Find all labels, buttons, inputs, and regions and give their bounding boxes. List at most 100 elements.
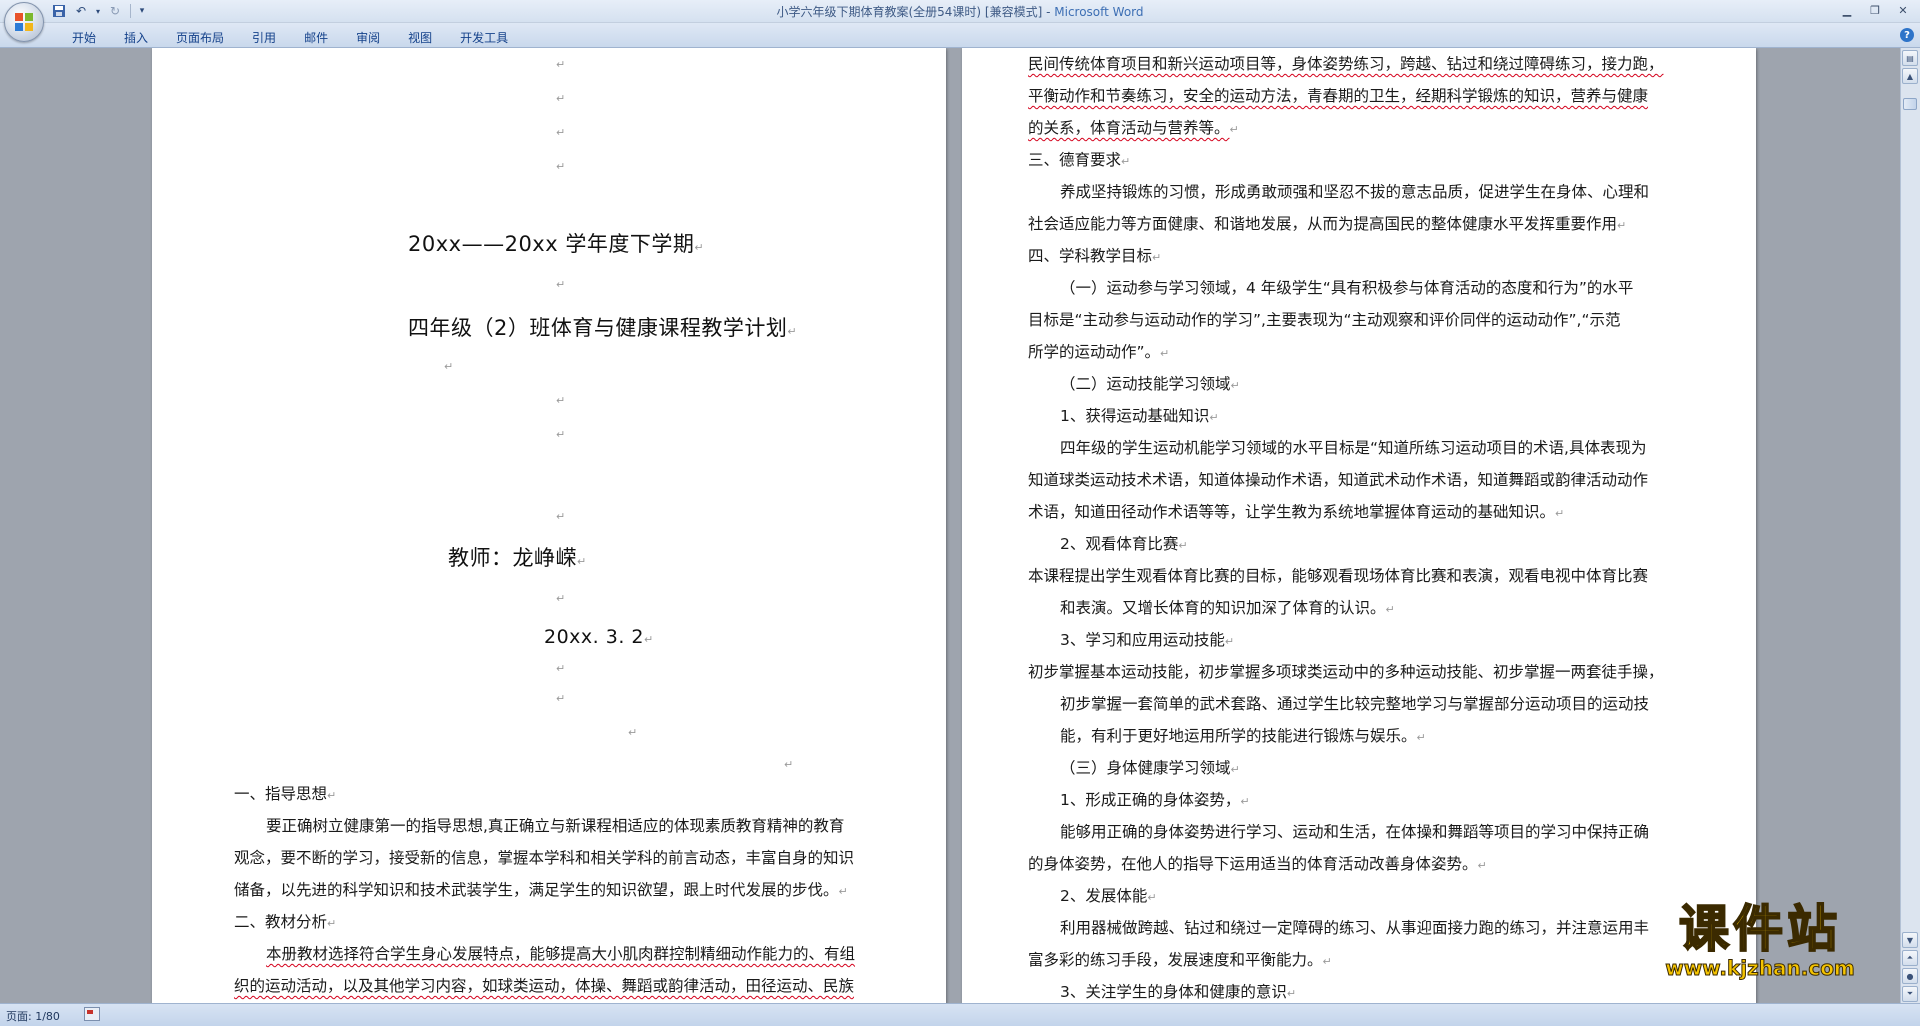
- right-line-text: 平衡动作和节奏练习，安全的运动方法，青春期的卫生，经期科学锻炼的知识，营养与健康: [1028, 87, 1649, 105]
- tab-view[interactable]: 视图: [394, 27, 446, 48]
- paragraph-mark: ↵: [556, 92, 566, 105]
- cover-teacher-text: 教师：龙峥嵘: [448, 546, 577, 570]
- scroll-up-icon[interactable]: ▲: [1902, 68, 1918, 84]
- cover-teacher: 教师：龙峥嵘↵: [448, 542, 587, 572]
- next-page-icon[interactable]: ⏷: [1902, 986, 1918, 1002]
- right-line-text: 和表演。又增长体育的知识加深了体育的认识。: [1060, 599, 1386, 617]
- right-line-text: （三）身体健康学习领域: [1060, 759, 1231, 777]
- tab-page-layout[interactable]: 页面布局: [162, 27, 238, 48]
- left-line-text: 本册教材选择符合学生身心发展特点，能够提高大小肌肉群控制精细动作能力的、有组: [266, 945, 856, 963]
- paragraph-mark: ↵: [838, 885, 848, 898]
- scroll-down-icon[interactable]: ▼: [1902, 932, 1918, 948]
- window-title: 小学六年级下期体育教案(全册54课时) [兼容模式] - Microsoft W…: [0, 3, 1920, 20]
- paragraph-mark: ↵: [1209, 411, 1219, 424]
- cover-plan-title-text: 四年级（2）班体育与健康课程教学计划: [408, 316, 788, 340]
- right-line-text: 初步掌握基本运动技能，初步掌握多项球类运动中的多种运动技能、初步掌握一两套徒手操…: [1028, 663, 1664, 681]
- paragraph-mark: ↵: [1152, 251, 1162, 264]
- tab-mailings[interactable]: 邮件: [290, 27, 342, 48]
- paragraph-mark: ↵: [1230, 379, 1240, 392]
- cover-plan-title: 四年级（2）班体育与健康课程教学计划↵: [408, 312, 797, 342]
- right-line-text: 四、学科教学目标: [1028, 247, 1153, 265]
- paragraph-mark: ↵: [628, 726, 638, 739]
- left-paragraph-line: 本册教材选择符合学生身心发展特点，能够提高大小肌肉群控制精细动作能力的、有组: [266, 938, 855, 970]
- status-bar: 页面: 1/80: [0, 1003, 1920, 1026]
- tab-developer[interactable]: 开发工具: [446, 27, 522, 48]
- right-paragraph-line: 2、发展体能↵: [1060, 880, 1157, 914]
- right-line-text: 3、关注学生的身体和健康的意识: [1060, 983, 1287, 1001]
- left-heading-guiding-idea: 一、指导思想↵: [234, 778, 336, 812]
- help-icon[interactable]: ?: [1900, 28, 1914, 42]
- paragraph-mark: ↵: [556, 428, 566, 441]
- tab-references[interactable]: 引用: [238, 27, 290, 48]
- right-paragraph-line: 目标是“主动参与运动动作的学习”,主要表现为“主动观察和评价同伴的运动动作”,“…: [1028, 304, 1621, 336]
- right-paragraph-line: 术语，知道田径动作术语等等，让学生教为系统地掌握体育运动的基础知识。↵: [1028, 496, 1564, 530]
- right-paragraph-line: 民间传统体育项目和新兴运动项目等，身体姿势练习，跨越、钻过和绕过障碍练习，接力跑…: [1028, 48, 1664, 80]
- right-paragraph-line: 三、德育要求↵: [1028, 144, 1130, 178]
- office-logo-icon: [15, 13, 33, 31]
- tab-review[interactable]: 审阅: [342, 27, 394, 48]
- watermark-title: 课件站: [1678, 899, 1841, 958]
- paragraph-mark: ↵: [1555, 507, 1565, 520]
- page-right[interactable]: 民间传统体育项目和新兴运动项目等，身体姿势练习，跨越、钻过和绕过障碍练习，接力跑…: [962, 48, 1756, 1003]
- left-paragraph-line: 观念，要不断的学习，接受新的信息，掌握本学科和相关学科的前言动态，丰富自身的知识: [234, 842, 854, 874]
- tab-insert[interactable]: 插入: [110, 27, 162, 48]
- left-heading-material-analysis: 二、教材分析↵: [234, 906, 336, 940]
- paragraph-mark: ↵: [1178, 539, 1188, 552]
- right-paragraph-line: 和表演。又增长体育的知识加深了体育的认识。↵: [1060, 592, 1395, 626]
- left-line-text: 织的运动活动，以及其他学习内容，如球类运动，体操、舞蹈或韵律活动，田径运动、民族: [234, 977, 855, 995]
- right-paragraph-line: 1、获得运动基础知识↵: [1060, 400, 1219, 434]
- paragraph-mark: ↵: [556, 58, 566, 71]
- right-line-text: 初步掌握一套简单的武术套路、通过学生比较完整地学习与掌握部分运动项目的运动技: [1060, 695, 1650, 713]
- vertical-scrollbar[interactable]: ▤ ▲ ▼ ⏶ ● ⏷: [1900, 48, 1920, 1003]
- proofing-status-icon[interactable]: [84, 1007, 100, 1021]
- document-workspace: ↵ ↵ ↵ ↵ 20xx——20xx 学年度下学期↵ ↵ 四年级（2）班体育与健…: [0, 48, 1900, 1003]
- paragraph-mark: ↵: [1322, 955, 1332, 968]
- maximize-icon[interactable]: ❐: [1862, 1, 1888, 19]
- tab-home[interactable]: 开始: [58, 27, 110, 48]
- ribbon: 开始 插入 页面布局 引用 邮件 审阅 视图 开发工具 ?: [0, 23, 1920, 48]
- right-paragraph-line: 本课程提出学生观看体育比赛的目标，能够观看现场体育比赛和表演，观看电视中体育比赛: [1028, 560, 1648, 592]
- right-line-text: 利用器械做跨越、钻过和绕过一定障碍的练习、从事迎面接力跑的练习，并注意运用丰: [1060, 919, 1650, 937]
- paragraph-mark: ↵: [1160, 347, 1170, 360]
- right-line-text: 的关系，体育活动与营养等。: [1028, 119, 1230, 137]
- paragraph-mark: ↵: [327, 789, 337, 802]
- right-line-text: 养成坚持锻炼的习惯，形成勇敢顽强和坚忍不拔的意志品质，促进学生在身体、心理和: [1060, 183, 1650, 201]
- right-paragraph-line: 养成坚持锻炼的习惯，形成勇敢顽强和坚忍不拔的意志品质，促进学生在身体、心理和: [1060, 176, 1649, 208]
- paragraph-mark: ↵: [1385, 603, 1395, 616]
- right-paragraph-line: 利用器械做跨越、钻过和绕过一定障碍的练习、从事迎面接力跑的练习，并注意运用丰: [1060, 912, 1649, 944]
- right-paragraph-line: 富多彩的练习手段，发展速度和平衡能力。↵: [1028, 944, 1332, 978]
- page-left[interactable]: ↵ ↵ ↵ ↵ 20xx——20xx 学年度下学期↵ ↵ 四年级（2）班体育与健…: [152, 48, 946, 1003]
- cover-school-year: 20xx——20xx 学年度下学期↵: [408, 228, 704, 258]
- right-line-text: 目标是“主动参与运动动作的学习”,主要表现为“主动观察和评价同伴的运动动作”,“…: [1028, 311, 1621, 329]
- paragraph-mark: ↵: [644, 633, 654, 646]
- browse-object-icon[interactable]: ●: [1902, 968, 1918, 984]
- ruler-toggle-icon[interactable]: ▤: [1902, 50, 1918, 66]
- paragraph-mark: ↵: [577, 555, 587, 568]
- right-line-text: 2、发展体能: [1060, 887, 1148, 905]
- paragraph-mark: ↵: [1617, 219, 1627, 232]
- page-indicator[interactable]: 页面: 1/80: [6, 1008, 60, 1024]
- right-paragraph-line: （一）运动参与学习领域，4 年级学生“具有积极参与体育活动的态度和行为”的水平: [1060, 272, 1633, 304]
- right-line-text: 所学的运动动作”。: [1028, 343, 1161, 361]
- right-line-text: 2、观看体育比赛: [1060, 535, 1179, 553]
- right-line-text: 术语，知道田径动作术语等等，让学生教为系统地掌握体育运动的基础知识。: [1028, 503, 1556, 521]
- paragraph-mark: ↵: [1230, 763, 1240, 776]
- scroll-thumb[interactable]: [1903, 98, 1917, 110]
- title-bar: ↶ ▾ ↻ ▾ 小学六年级下期体育教案(全册54课时) [兼容模式] - Mic…: [0, 0, 1920, 42]
- right-paragraph-line: 四、学科教学目标↵: [1028, 240, 1161, 274]
- paragraph-mark: ↵: [556, 278, 566, 291]
- paragraph-mark: ↵: [556, 160, 566, 173]
- right-line-text: 1、形成正确的身体姿势，: [1060, 791, 1241, 809]
- right-paragraph-line: 平衡动作和节奏练习，安全的运动方法，青春期的卫生，经期科学锻炼的知识，营养与健康: [1028, 80, 1648, 112]
- right-paragraph-line: 的身体姿势，在他人的指导下运用适当的体育活动改善身体姿势。↵: [1028, 848, 1487, 882]
- close-icon[interactable]: ✕: [1890, 1, 1916, 19]
- paragraph-mark: ↵: [444, 360, 454, 373]
- right-line-text: 四年级的学生运动机能学习领域的水平目标是“知道所练习运动项目的术语,具体表现为: [1060, 439, 1647, 457]
- right-paragraph-line: 初步掌握一套简单的武术套路、通过学生比较完整地学习与掌握部分运动项目的运动技: [1060, 688, 1649, 720]
- paragraph-mark: ↵: [784, 758, 794, 771]
- previous-page-icon[interactable]: ⏶: [1902, 950, 1918, 966]
- right-line-text: 知道球类运动技术术语，知道体操动作术语，知道武术动作术语，知道舞蹈或韵律活动动作: [1028, 471, 1649, 489]
- minimize-icon[interactable]: ▁: [1834, 1, 1860, 19]
- right-paragraph-line: 所学的运动动作”。↵: [1028, 336, 1169, 370]
- office-button[interactable]: [4, 2, 44, 42]
